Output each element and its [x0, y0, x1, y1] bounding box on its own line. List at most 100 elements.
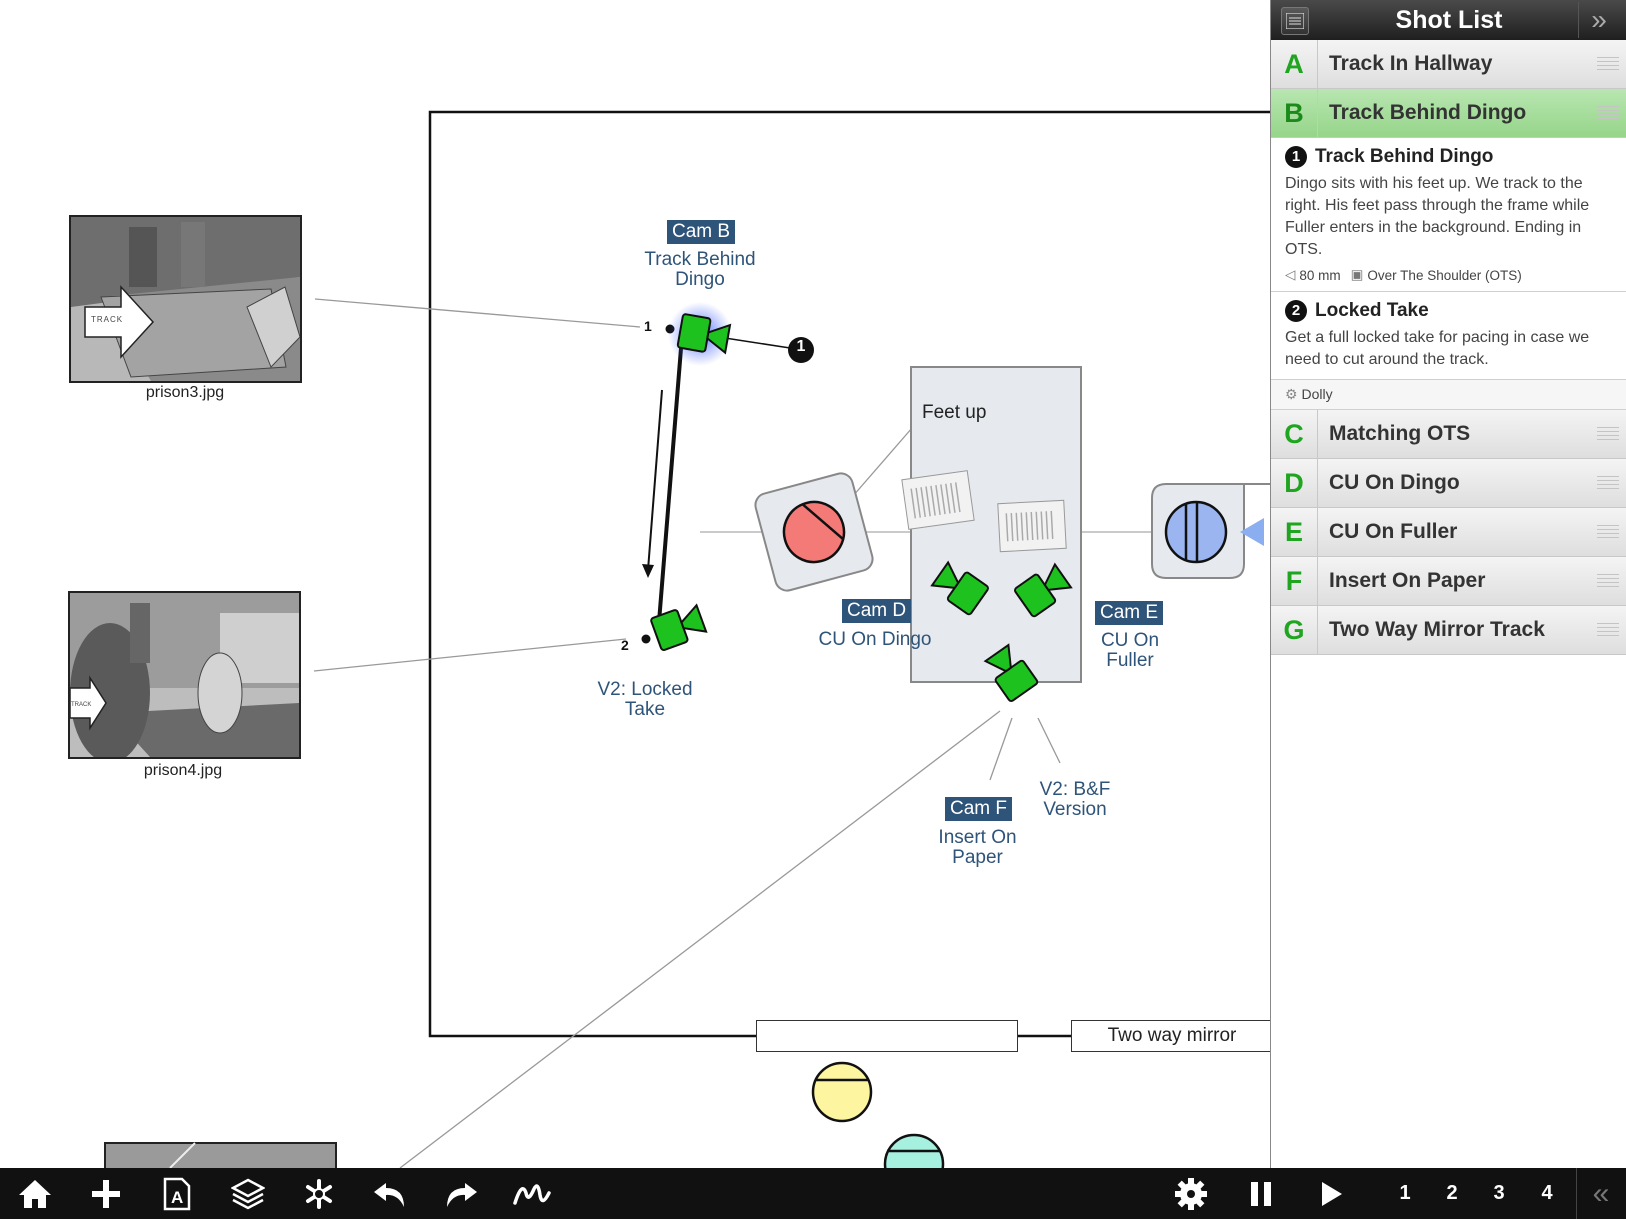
thumb-arrow-text: TRACK	[91, 315, 124, 324]
cam-b-label[interactable]: Track Behind Dingo	[630, 250, 770, 290]
shot-letter: D	[1271, 459, 1318, 507]
drag-handle-icon[interactable]	[1597, 427, 1619, 441]
cam-f-v2-connector	[1037, 717, 1061, 764]
shot-letter: A	[1271, 40, 1318, 88]
table-note[interactable]: Feet up	[922, 402, 986, 424]
diagram-canvas[interactable]: 1 1 2 TRACK prison3.jpg TRACK prison4.jp…	[0, 0, 1270, 1168]
drag-handle-icon[interactable]	[1597, 525, 1619, 539]
shot-title: Track Behind Dingo	[1329, 101, 1527, 124]
shot-list-header: Shot List »	[1271, 0, 1626, 40]
thumb2-connector	[313, 638, 627, 672]
shot-row-f[interactable]: F Insert On Paper	[1271, 557, 1626, 606]
character-cyan	[883, 1133, 945, 1168]
cam-b-v2-label[interactable]: V2: Locked Take	[585, 680, 705, 720]
dolly-track	[657, 335, 684, 623]
shot-letter: G	[1271, 606, 1318, 654]
framing-icon: ▣	[1350, 267, 1364, 282]
setup-item-2[interactable]: 2 Locked Take Get a full locked take for …	[1271, 292, 1626, 380]
lens-value: 80 mm	[1299, 267, 1341, 283]
paper-1	[901, 470, 975, 530]
page-button-4[interactable]: 4	[1527, 1168, 1567, 1219]
shot-title: CU On Fuller	[1329, 520, 1458, 543]
bottom-toolbar: A 1 2 3 4 «	[0, 1168, 1626, 1219]
cam-d-badge[interactable]: Cam D	[842, 599, 912, 623]
shot-title: Track In Hallway	[1329, 52, 1493, 75]
drag-handle-icon[interactable]	[1597, 57, 1619, 71]
equipment-row[interactable]: ⚙ Dolly	[1271, 380, 1626, 410]
cam-f-connector	[989, 717, 1013, 781]
paper-2	[997, 499, 1067, 553]
shot-title: Insert On Paper	[1329, 569, 1486, 592]
mirror-label[interactable]: Two way mirror	[1071, 1020, 1270, 1052]
setup-title: Locked Take	[1315, 300, 1429, 321]
shot-list-panel: Shot List » A Track In Hallway B Track B…	[1270, 0, 1626, 1168]
wall-segment-blank[interactable]	[756, 1020, 1018, 1052]
shot-row-g[interactable]: G Two Way Mirror Track	[1271, 606, 1626, 655]
setup-number-badge: 1	[1285, 146, 1307, 168]
shot-letter: F	[1271, 557, 1318, 605]
cam-f-label[interactable]: Insert On Paper	[925, 828, 1030, 868]
track-point-1: 1	[644, 318, 652, 334]
shot-letter: E	[1271, 508, 1318, 556]
text-icon[interactable]: A	[147, 1168, 207, 1219]
setup-title: Track Behind Dingo	[1315, 146, 1494, 167]
character-fuller	[1151, 483, 1270, 579]
asterisk-icon[interactable]	[289, 1168, 349, 1219]
setup-description: Get a full locked take for pacing in cas…	[1285, 329, 1590, 368]
cam-d-label[interactable]: CU On Dingo	[805, 630, 945, 650]
shot-row-b[interactable]: B Track Behind Dingo	[1271, 89, 1626, 138]
shot-title: Two Way Mirror Track	[1329, 618, 1545, 641]
lens-icon: ◁	[1285, 267, 1296, 282]
shot-row-a[interactable]: A Track In Hallway	[1271, 40, 1626, 89]
draw-icon[interactable]	[502, 1168, 562, 1219]
expand-panel-icon[interactable]: «	[1576, 1168, 1625, 1219]
page-button-2[interactable]: 2	[1432, 1168, 1472, 1219]
drag-handle-icon[interactable]	[1597, 476, 1619, 490]
collapse-panel-icon[interactable]: »	[1578, 2, 1619, 38]
cam-e-badge[interactable]: Cam E	[1095, 601, 1164, 625]
setup-number-badge: 2	[1285, 300, 1307, 322]
shot-letter: C	[1271, 410, 1318, 458]
shot-row-c[interactable]: C Matching OTS	[1271, 410, 1626, 459]
shot-letter: B	[1271, 89, 1318, 137]
page-button-1[interactable]: 1	[1385, 1168, 1425, 1219]
thumb3-connector	[399, 710, 1001, 1168]
cam-f-badge[interactable]: Cam F	[945, 797, 1012, 821]
thumbnail-caption: prison4.jpg	[143, 762, 223, 779]
shot-row-d[interactable]: D CU On Dingo	[1271, 459, 1626, 508]
move-arrow-line	[647, 389, 663, 571]
drag-handle-icon[interactable]	[1597, 623, 1619, 637]
thumb1-connector	[314, 298, 641, 328]
home-icon[interactable]	[5, 1168, 65, 1219]
shot-title: CU On Dingo	[1329, 471, 1460, 494]
cam-e-label[interactable]: CU On Fuller	[1090, 631, 1170, 671]
equipment-value: Dolly	[1301, 386, 1333, 402]
thumbnail-prison4[interactable]: TRACK	[68, 591, 301, 759]
play-icon[interactable]	[1302, 1168, 1362, 1219]
drag-handle-icon[interactable]	[1597, 574, 1619, 588]
shot-list-title: Shot List	[1395, 6, 1503, 34]
character-dingo	[754, 472, 874, 592]
cam-b-badge[interactable]: Cam B	[667, 220, 736, 244]
thumbnail-prison3[interactable]: TRACK	[69, 215, 302, 383]
thumb-arrow-text: TRACK	[71, 702, 92, 708]
cam-f-v2-label[interactable]: V2: B&F Version	[1030, 780, 1120, 820]
track-point-2: 2	[621, 637, 629, 653]
setup-marker-number: 1	[796, 338, 806, 355]
settings-icon[interactable]	[1161, 1168, 1221, 1219]
setup-description: Dingo sits with his feet up. We track to…	[1285, 175, 1590, 258]
pause-icon[interactable]	[1231, 1168, 1291, 1219]
thumbnail-caption: prison3.jpg	[145, 384, 225, 401]
svg-text:A: A	[171, 1188, 183, 1207]
move-arrow-head	[642, 564, 654, 578]
setup-item-1[interactable]: 1 Track Behind Dingo Dingo sits with his …	[1271, 138, 1626, 292]
drag-handle-icon[interactable]	[1597, 106, 1619, 120]
shot-row-e[interactable]: E CU On Fuller	[1271, 508, 1626, 557]
add-icon[interactable]	[76, 1168, 136, 1219]
character-yellow	[811, 1061, 873, 1123]
redo-icon[interactable]	[431, 1168, 491, 1219]
layers-icon[interactable]	[218, 1168, 278, 1219]
undo-icon[interactable]	[360, 1168, 420, 1219]
page-button-3[interactable]: 3	[1479, 1168, 1519, 1219]
gear-icon: ⚙	[1285, 386, 1298, 402]
